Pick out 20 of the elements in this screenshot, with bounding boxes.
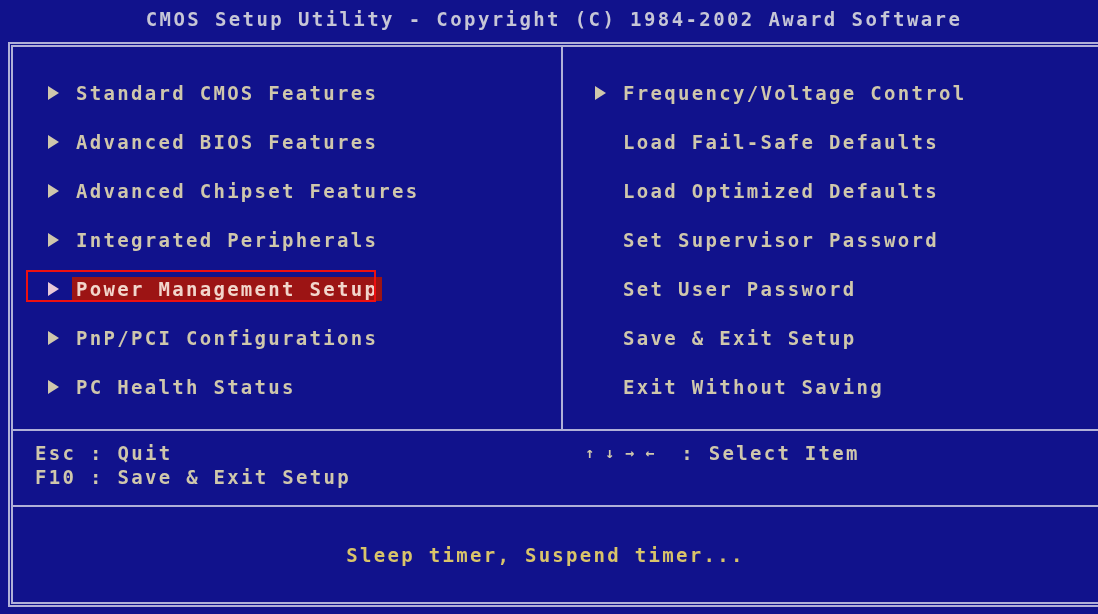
menu-item[interactable]: Standard CMOS Features — [72, 80, 383, 105]
key-hint: Esc : Quit — [35, 441, 174, 465]
help-text: Sleep timer, Suspend timer... — [346, 543, 745, 566]
menu-item[interactable]: PnP/PCI Configurations — [72, 325, 383, 350]
menu-item[interactable]: Exit Without Saving — [619, 374, 889, 399]
key-hint: F10 : Save & Exit Setup — [35, 465, 352, 489]
window-title: CMOS Setup Utility - Copyright (C) 1984-2002 Award Software — [145, 8, 963, 30]
arrow-keys-hint: ↑ ↓ → ← — [585, 443, 656, 464]
menu-item[interactable]: Set User Password — [619, 276, 861, 301]
menu-item[interactable]: Save & Exit Setup — [619, 325, 861, 350]
menu-item[interactable]: Integrated Peripherals — [72, 227, 383, 252]
menu-item[interactable]: PC Health Status — [72, 374, 300, 399]
menu-item[interactable]: Set Supervisor Password — [619, 227, 943, 252]
menu-item[interactable]: Load Optimized Defaults — [619, 178, 943, 203]
menu-item[interactable]: Advanced Chipset Features — [72, 178, 424, 203]
menu-item[interactable]: Frequency/Voltage Control — [619, 80, 971, 105]
menu-item[interactable]: Load Fail-Safe Defaults — [619, 129, 943, 154]
menu-item[interactable]: Advanced BIOS Features — [72, 129, 383, 154]
menu-item[interactable]: Power Management Setup — [72, 276, 383, 301]
key-hint: : Select Item — [681, 441, 860, 465]
